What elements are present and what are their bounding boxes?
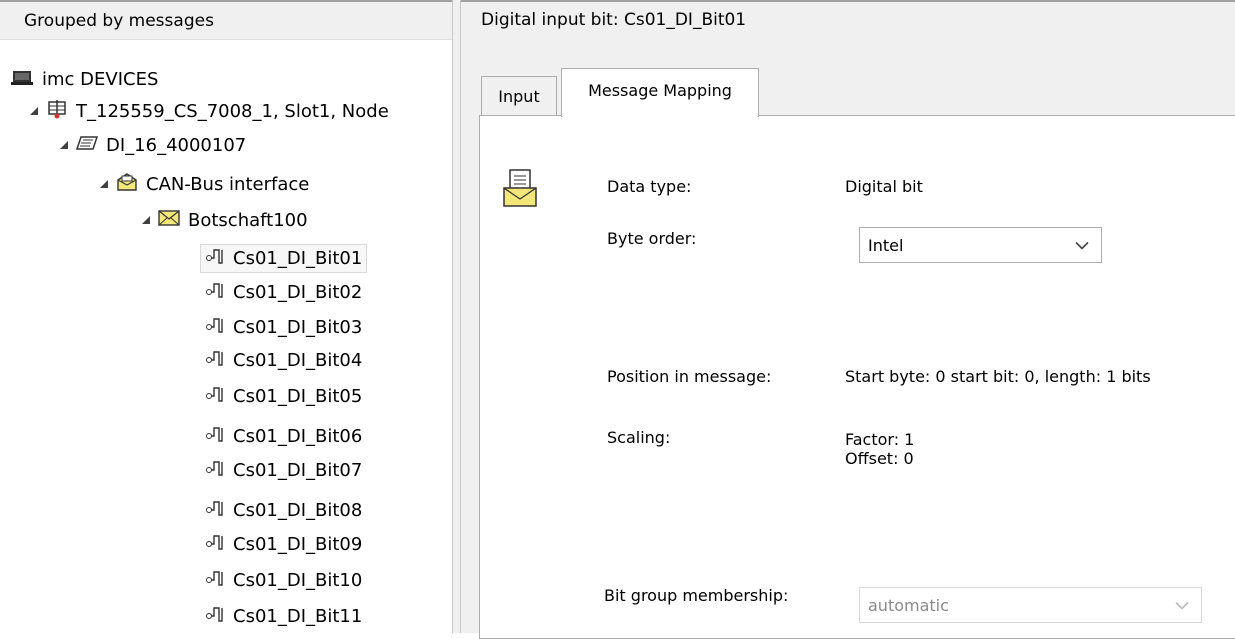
list-item[interactable]: Cs01_DI_Bit09 — [205, 527, 362, 561]
list-item[interactable]: Cs01_DI_Bit07 — [205, 453, 362, 487]
byte-order-select[interactable]: Intel — [859, 227, 1102, 263]
expand-triangle-icon[interactable] — [60, 141, 68, 149]
scaling-label: Scaling: — [607, 428, 671, 447]
tree-node-interface[interactable]: CAN-Bus interface — [100, 167, 309, 201]
bit-label: Cs01_DI_Bit03 — [233, 316, 363, 338]
tree-node-label: CAN-Bus interface — [146, 173, 310, 195]
data-type-value: Digital bit — [845, 177, 923, 196]
tab-content-message-mapping: Data type: Digital bit Byte order: Intel… — [479, 115, 1235, 639]
bit-label: Cs01_DI_Bit02 — [233, 281, 363, 303]
bit-label: Cs01_DI_Bit10 — [233, 569, 363, 591]
expand-triangle-icon[interactable] — [142, 216, 150, 224]
devices-icon — [10, 68, 34, 91]
chevron-down-icon — [1075, 236, 1089, 255]
bit-group-label: Bit group membership: — [604, 586, 789, 605]
digital-bit-icon — [205, 569, 227, 592]
bit-label: Cs01_DI_Bit05 — [233, 385, 363, 407]
bit-label: Cs01_DI_Bit07 — [233, 459, 363, 481]
bit-label: Cs01_DI_Bit01 — [233, 247, 363, 269]
bit-group-value: automatic — [868, 595, 949, 615]
device-icon — [46, 98, 68, 125]
digital-bit-icon — [205, 247, 227, 270]
digital-bit-icon — [205, 499, 227, 522]
pane-splitter[interactable] — [452, 0, 461, 633]
tree-pane: Grouped by messages imc DEVICES T_125559… — [0, 0, 452, 633]
selection-highlight: Cs01_DI_Bit01 — [200, 243, 368, 273]
digital-bit-icon — [205, 281, 227, 304]
tree-node-label: Botschaft100 — [188, 209, 308, 231]
list-item[interactable]: Cs01_DI_Bit08 — [205, 493, 362, 527]
list-item[interactable]: Cs01_DI_Bit06 — [205, 419, 362, 453]
envelope-icon — [158, 209, 180, 232]
data-type-label: Data type: — [607, 177, 692, 196]
scaling-offset: Offset: 0 — [845, 449, 914, 468]
digital-bit-icon — [205, 349, 227, 372]
tree-node-message[interactable]: Botschaft100 — [142, 203, 308, 237]
tree-node-label: imc DEVICES — [42, 68, 159, 90]
bit-label: Cs01_DI_Bit08 — [233, 499, 363, 521]
digital-bit-icon — [205, 425, 227, 448]
digital-bit-icon — [205, 459, 227, 482]
can-interface-icon — [116, 172, 138, 197]
tree-node-module[interactable]: DI_16_4000107 — [60, 128, 246, 162]
byte-order-value: Intel — [868, 235, 904, 255]
tree-node-label: T_125559_CS_7008_1, Slot1, Node — [76, 100, 389, 122]
bit-label: Cs01_DI_Bit06 — [233, 425, 363, 447]
list-item[interactable]: Cs01_DI_Bit01 — [200, 241, 368, 275]
tab-input[interactable]: Input — [481, 76, 557, 116]
list-item[interactable]: Cs01_DI_Bit10 — [205, 563, 362, 597]
digital-bit-icon — [205, 385, 227, 408]
bit-group-select[interactable]: automatic — [859, 587, 1202, 623]
byte-order-label: Byte order: — [607, 229, 697, 248]
position-label: Position in message: — [607, 367, 772, 386]
tab-message-mapping[interactable]: Message Mapping — [561, 68, 759, 117]
tree-node-label: DI_16_4000107 — [106, 134, 247, 156]
list-item[interactable]: Cs01_DI_Bit03 — [205, 310, 362, 344]
bit-label: Cs01_DI_Bit09 — [233, 533, 363, 555]
bit-label: Cs01_DI_Bit11 — [233, 605, 363, 627]
digital-bit-icon — [205, 533, 227, 556]
list-item[interactable]: Cs01_DI_Bit11 — [205, 599, 362, 633]
position-value: Start byte: 0 start bit: 0, length: 1 bi… — [845, 367, 1151, 386]
chevron-down-icon — [1175, 596, 1189, 615]
detail-title: Digital input bit: Cs01_DI_Bit01 — [481, 10, 747, 30]
list-item[interactable]: Cs01_DI_Bit02 — [205, 275, 362, 309]
expand-triangle-icon[interactable] — [100, 180, 108, 188]
tree-header[interactable]: Grouped by messages — [0, 2, 452, 40]
list-item[interactable]: Cs01_DI_Bit05 — [205, 379, 362, 413]
tree-node-device[interactable]: T_125559_CS_7008_1, Slot1, Node — [30, 94, 389, 128]
module-icon — [75, 135, 99, 156]
envelope-letter-icon — [502, 168, 538, 212]
expand-triangle-icon[interactable] — [30, 107, 38, 115]
list-item[interactable]: Cs01_DI_Bit04 — [205, 343, 362, 377]
digital-bit-icon — [205, 605, 227, 628]
detail-pane: Digital input bit: Cs01_DI_Bit01 Input M… — [461, 0, 1235, 639]
bit-label: Cs01_DI_Bit04 — [233, 349, 363, 371]
scaling-factor: Factor: 1 — [845, 430, 915, 449]
tree-node-root[interactable]: imc DEVICES — [10, 62, 158, 96]
digital-bit-icon — [205, 316, 227, 339]
